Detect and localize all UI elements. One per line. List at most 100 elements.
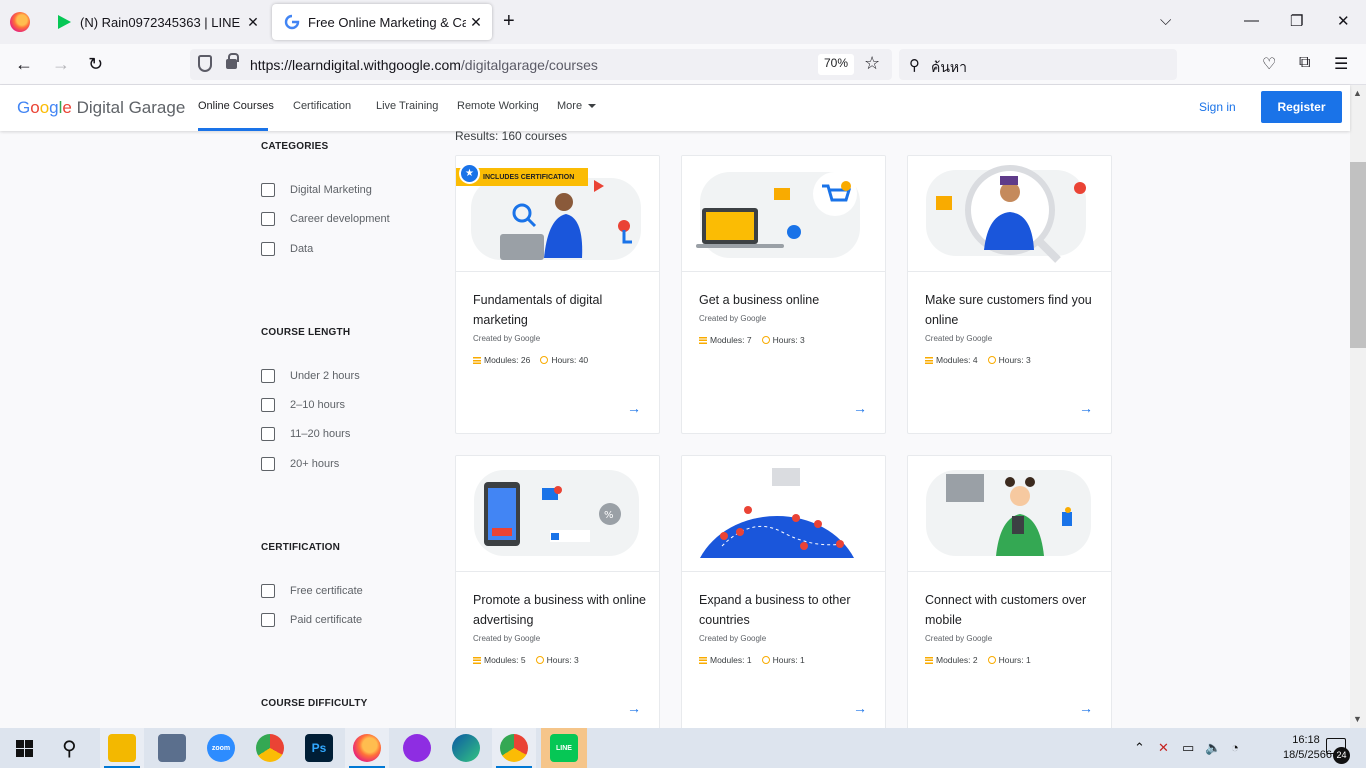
pocket-icon[interactable]: ♡: [1262, 54, 1276, 74]
forward-icon[interactable]: →: [52, 54, 70, 75]
categories-heading: CATEGORIES: [261, 141, 329, 152]
device-icon[interactable]: ▭: [1182, 740, 1194, 756]
checkbox[interactable]: [261, 457, 275, 471]
course-card[interactable]: Make sure customers find you online Crea…: [907, 155, 1112, 434]
sign-in-link[interactable]: Sign in: [1199, 100, 1236, 114]
lock-icon[interactable]: [226, 53, 239, 69]
tracking-protection-icon[interactable]: [198, 55, 212, 72]
show-hidden-icons-icon[interactable]: ⌃: [1134, 740, 1145, 756]
nav-certification[interactable]: Certification: [293, 100, 351, 112]
course-title[interactable]: Expand a business to other countries: [699, 590, 874, 630]
filter-11-20-hours[interactable]: 11–20 hours: [261, 427, 350, 441]
game-app-icon[interactable]: [403, 734, 431, 762]
clock-icon: [761, 656, 770, 664]
arrow-right-icon[interactable]: →: [853, 400, 867, 416]
scroll-up-arrow-icon[interactable]: ▲: [1353, 88, 1362, 98]
course-title[interactable]: Make sure customers find you online: [925, 290, 1100, 330]
filter-20-plus-hours[interactable]: 20+ hours: [261, 457, 339, 471]
filter-digital-marketing[interactable]: Digital Marketing: [261, 183, 372, 197]
course-author: Created by Google: [699, 634, 767, 643]
close-tab-icon[interactable]: ✕: [243, 14, 263, 31]
checkbox[interactable]: [261, 398, 275, 412]
nav-remote-working[interactable]: Remote Working: [457, 100, 539, 112]
nav-more[interactable]: More: [557, 100, 597, 112]
back-icon[interactable]: ←: [15, 54, 33, 75]
checkbox[interactable]: [261, 369, 275, 383]
filter-2-10-hours[interactable]: 2–10 hours: [261, 398, 345, 412]
volume-icon[interactable]: 🔈: [1205, 740, 1221, 756]
arrow-right-icon[interactable]: →: [627, 400, 641, 416]
minimize-icon[interactable]: —: [1244, 12, 1259, 29]
course-card[interactable]: Get a business online Created by Google …: [681, 155, 886, 434]
filter-free-certificate[interactable]: Free certificate: [261, 584, 363, 598]
arrow-right-icon[interactable]: →: [1079, 700, 1093, 716]
course-card[interactable]: INCLUDES CERTIFICATION ★ Fundamentals of…: [455, 155, 660, 434]
globe-illustration-icon: [700, 468, 854, 558]
search-icon[interactable]: ⚲: [62, 736, 77, 761]
filter-under-2-hours[interactable]: Under 2 hours: [261, 369, 360, 383]
results-count: Results: 160 courses: [455, 129, 568, 143]
photoshop-icon[interactable]: Ps: [305, 734, 333, 762]
course-title[interactable]: Connect with customers over mobile: [925, 590, 1100, 630]
course-title[interactable]: Get a business online: [699, 290, 874, 310]
checkbox[interactable]: [261, 183, 275, 197]
search-bar[interactable]: ⚲ ค้นหา: [899, 49, 1177, 80]
mobile-illustration-icon: [926, 470, 1091, 556]
extensions-icon[interactable]: ⧉: [1299, 54, 1310, 72]
scrollbar-thumb[interactable]: [1350, 162, 1366, 348]
filter-paid-certificate[interactable]: Paid certificate: [261, 613, 362, 627]
arrow-right-icon[interactable]: →: [1079, 400, 1093, 416]
scroll-down-arrow-icon[interactable]: ▼: [1353, 714, 1362, 724]
chrome-icon[interactable]: [256, 734, 284, 762]
course-title[interactable]: Promote a business with online advertisi…: [473, 590, 648, 630]
list-all-tabs-icon[interactable]: ⌵: [1160, 12, 1171, 29]
course-length-heading: COURSE LENGTH: [261, 327, 351, 338]
course-illustration: [908, 156, 1111, 272]
checkbox[interactable]: [261, 584, 275, 598]
wifi-icon[interactable]: ◔: [1231, 740, 1239, 755]
close-tab-icon[interactable]: ✕: [466, 14, 486, 31]
file-explorer-icon[interactable]: [108, 734, 136, 762]
course-title[interactable]: Fundamentals of digital marketing: [473, 290, 648, 330]
close-window-icon[interactable]: ✕: [1337, 12, 1350, 30]
restore-icon[interactable]: ❐: [1290, 12, 1303, 30]
hamburger-menu-icon[interactable]: ☰: [1334, 54, 1348, 74]
chrome-profile-icon[interactable]: [500, 734, 528, 762]
reload-icon[interactable]: ↻: [88, 54, 103, 75]
firefox-icon[interactable]: [353, 734, 381, 762]
nav-online-courses[interactable]: Online Courses: [198, 100, 274, 112]
arrow-right-icon[interactable]: →: [853, 700, 867, 716]
tab-line-voom[interactable]: (N) Rain0972345363 | LINE VOOM ✕: [44, 4, 269, 40]
checkbox[interactable]: [261, 427, 275, 441]
checkbox[interactable]: [261, 613, 275, 627]
system-clock[interactable]: 16:18 18/5/2566: [1283, 733, 1332, 763]
filter-data[interactable]: Data: [261, 242, 313, 256]
filter-career-development[interactable]: Career development: [261, 212, 390, 226]
nav-live-training[interactable]: Live Training: [376, 100, 438, 112]
checkbox[interactable]: [261, 212, 275, 226]
computer-icon[interactable]: [158, 734, 186, 762]
line-app-icon[interactable]: LINE: [550, 734, 578, 762]
zoom-app-icon[interactable]: zoom: [207, 734, 235, 762]
course-card[interactable]: % Promote a business with online adverti…: [455, 455, 660, 734]
address-bar[interactable]: https://learndigital.withgoogle.com/digi…: [190, 49, 892, 80]
url-text[interactable]: https://learndigital.withgoogle.com/digi…: [250, 57, 598, 73]
google-digital-garage-logo[interactable]: Google Digital Garage: [17, 98, 185, 118]
network-warning-icon[interactable]: ✕: [1158, 740, 1169, 756]
course-card[interactable]: Expand a business to other countries Cre…: [681, 455, 886, 734]
business-online-illustration-icon: [696, 172, 860, 258]
zoom-level[interactable]: 70%: [818, 54, 855, 75]
course-meta: Modules: 1 Hours: 1: [699, 655, 805, 665]
checkbox[interactable]: [261, 242, 275, 256]
course-illustration: [682, 156, 885, 272]
edge-icon[interactable]: [452, 734, 480, 762]
register-button[interactable]: Register: [1261, 91, 1342, 123]
windows-start-icon[interactable]: [16, 740, 33, 757]
new-tab-icon[interactable]: +: [503, 10, 515, 33]
bookmark-star-icon[interactable]: ☆: [864, 53, 880, 74]
tab-digital-garage[interactable]: Free Online Marketing & Career ✕: [272, 4, 492, 40]
course-card[interactable]: Connect with customers over mobile Creat…: [907, 455, 1112, 734]
line-voom-favicon-icon: [58, 15, 71, 29]
firefox-menu-icon[interactable]: [10, 12, 30, 32]
arrow-right-icon[interactable]: →: [627, 700, 641, 716]
